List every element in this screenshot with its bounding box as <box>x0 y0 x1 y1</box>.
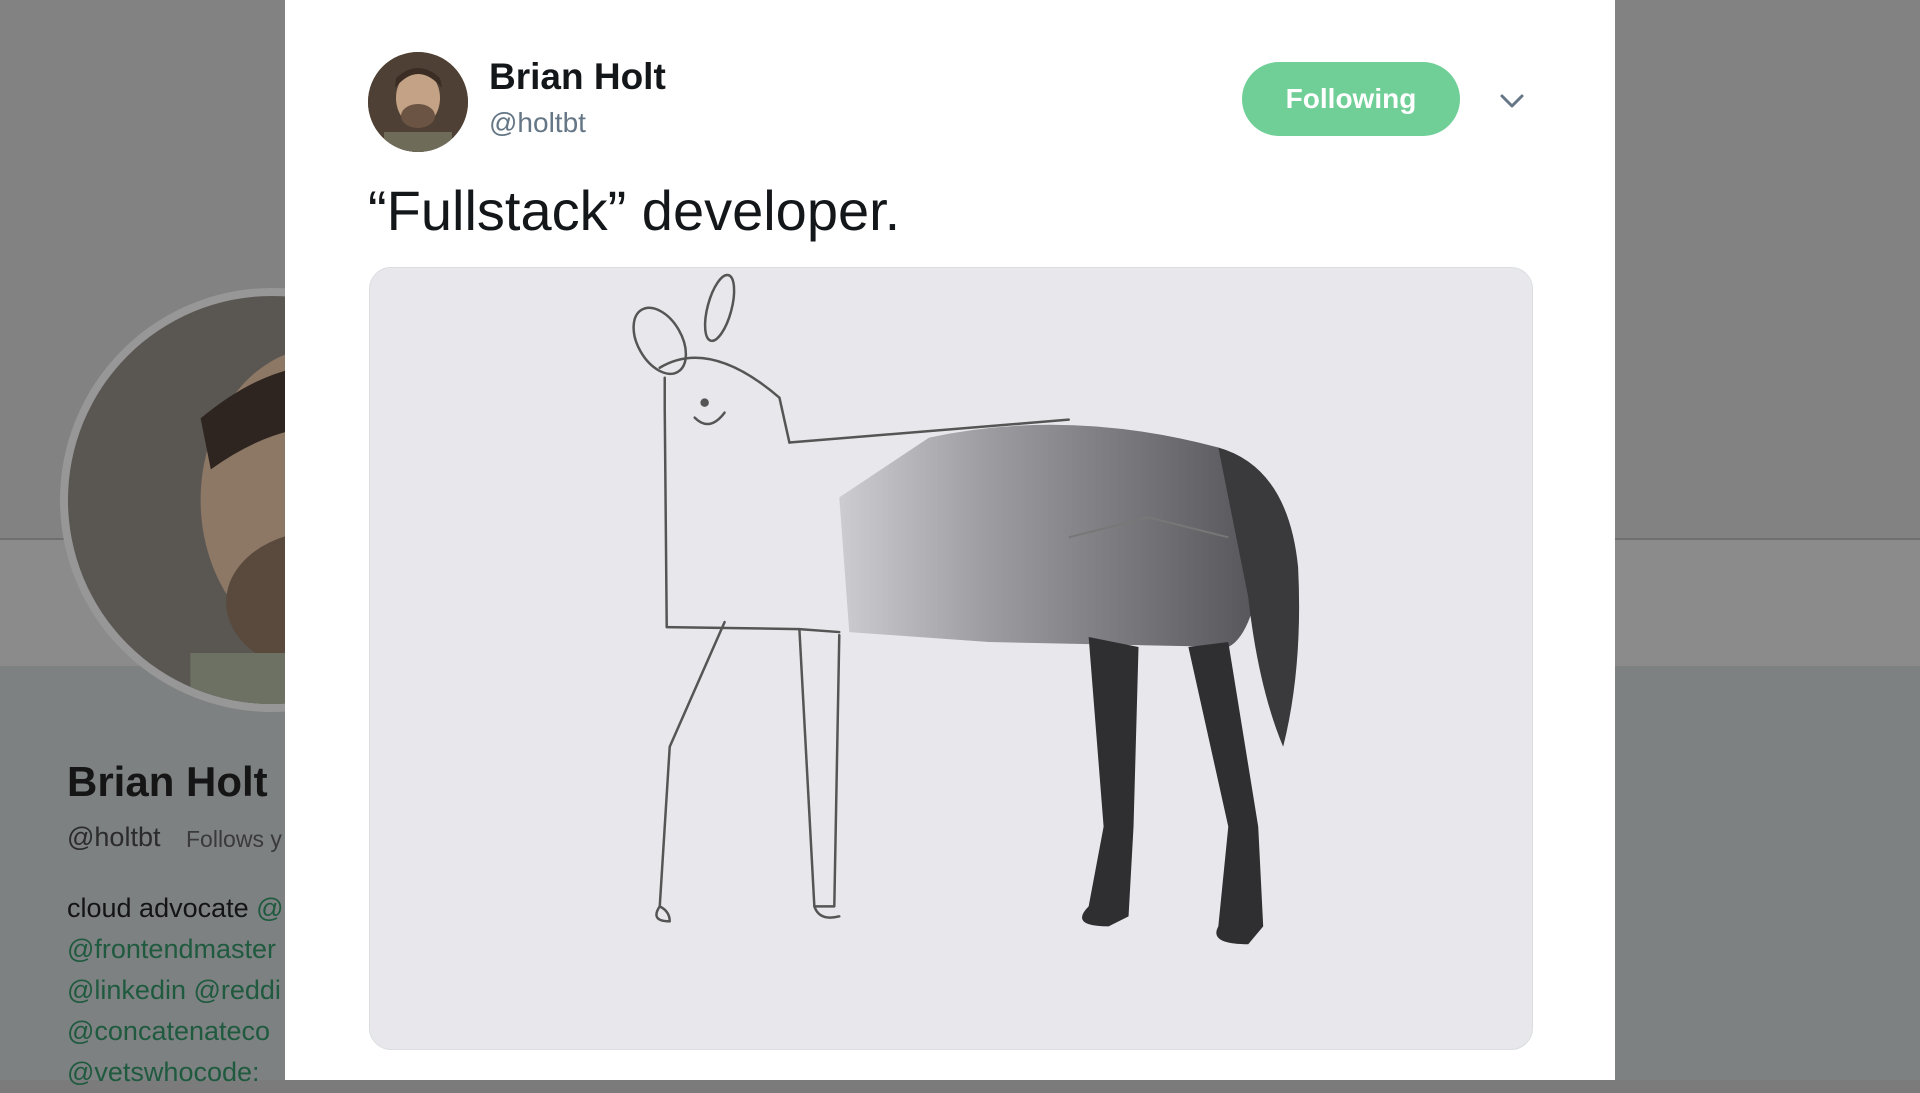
bio-link[interactable]: @vetswhocode: <box>67 1057 260 1087</box>
tweet-modal: Brian Holt @holtbt Following “Fullstack”… <box>285 0 1615 1080</box>
bio-line: cloud advocate @ <box>67 888 284 929</box>
profile-photo-icon <box>368 52 468 152</box>
author-name[interactable]: Brian Holt <box>489 56 666 98</box>
bio-line: @vetswhocode: <box>67 1052 284 1093</box>
bio-text: cloud advocate <box>67 893 257 923</box>
bio-link[interactable]: @ <box>256 893 283 923</box>
bio-line: @linkedin @reddi <box>67 970 284 1011</box>
author-avatar[interactable] <box>368 52 468 152</box>
following-button[interactable]: Following <box>1242 62 1460 136</box>
bio-line: @concatenateco <box>67 1011 284 1052</box>
chevron-down-icon[interactable] <box>1497 86 1527 116</box>
profile-bio: cloud advocate @ @frontendmaster @linked… <box>67 888 284 1093</box>
bio-line: @frontendmaster <box>67 929 284 970</box>
profile-name: Brian Holt <box>67 758 268 805</box>
bio-link[interactable]: @linkedin @reddi <box>67 975 281 1005</box>
author-handle[interactable]: @holtbt <box>489 107 586 139</box>
follows-you-badge: Follows y <box>186 826 282 852</box>
tweet-media-image[interactable] <box>369 267 1533 1050</box>
bio-link[interactable]: @frontendmaster <box>67 934 276 964</box>
tweet-text: “Fullstack” developer. <box>368 179 901 242</box>
horse-drawing-image-icon <box>370 268 1532 1049</box>
bio-link[interactable]: @concatenateco <box>67 1016 270 1046</box>
profile-handle: @holtbt <box>67 822 161 852</box>
